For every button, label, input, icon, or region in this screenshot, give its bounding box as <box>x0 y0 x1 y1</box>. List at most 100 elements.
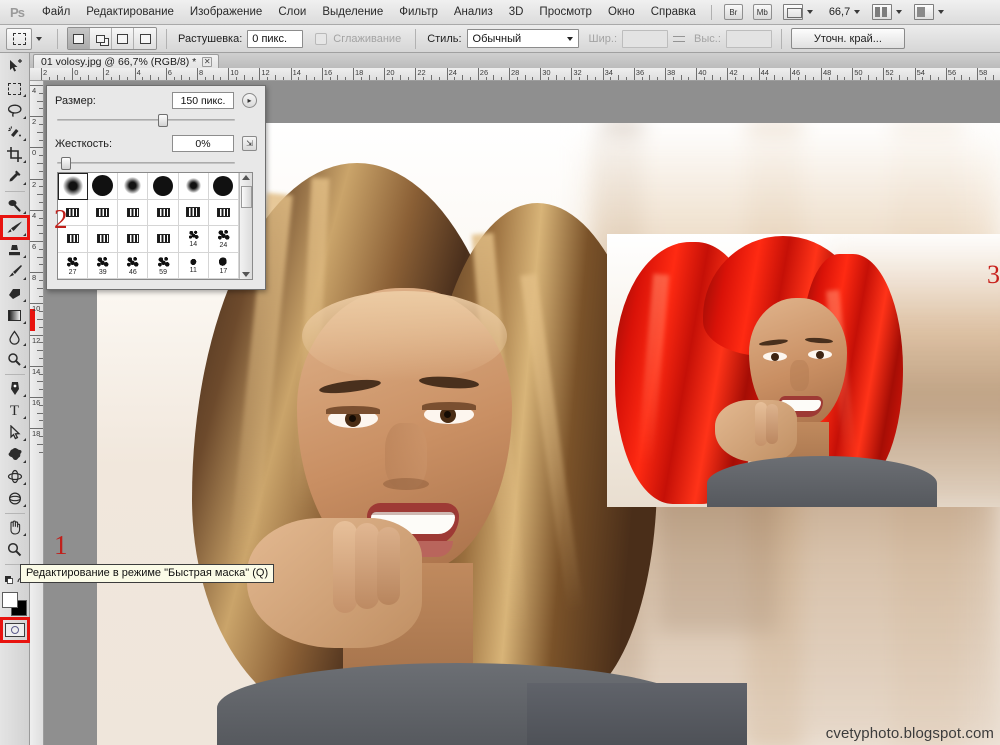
brush-preset-item[interactable] <box>208 173 239 200</box>
3d-orbit-tool[interactable] <box>2 488 28 509</box>
brush-tool[interactable] <box>0 215 30 240</box>
foreground-color-swatch[interactable] <box>1 592 18 608</box>
brush-preset-item[interactable] <box>58 173 89 200</box>
workspace-icon[interactable] <box>914 4 935 20</box>
hand-tool[interactable] <box>2 517 28 538</box>
screen-mode-icon[interactable] <box>872 4 893 20</box>
menu-item-help[interactable]: Справка <box>643 0 704 25</box>
new-selection-button[interactable] <box>68 28 90 49</box>
selection-mode-group[interactable] <box>67 27 157 50</box>
brush-grid-scrollbar[interactable] <box>239 173 252 279</box>
brush-preset-item[interactable]: 14 <box>178 226 209 253</box>
menu-item-edit[interactable]: Редактирование <box>78 0 182 25</box>
style-chevron-down-icon[interactable] <box>566 37 573 41</box>
brush-preset-item[interactable]: 39 <box>88 252 119 279</box>
quick-selection-tool[interactable] <box>2 122 28 143</box>
brush-hardness-slider[interactable] <box>57 157 235 170</box>
brush-preset-item[interactable] <box>118 226 149 253</box>
brush-preset-item[interactable] <box>88 173 119 200</box>
swap-dimensions-icon[interactable] <box>673 32 687 46</box>
move-tool[interactable] <box>2 56 28 77</box>
brush-preset-item[interactable] <box>118 199 149 226</box>
eraser-tool[interactable] <box>2 283 28 304</box>
document-tab[interactable]: 01 volosy.jpg @ 66,7% (RGB/8) * ✕ <box>33 54 220 69</box>
width-input[interactable] <box>622 29 669 48</box>
brush-preset-item[interactable] <box>88 226 119 253</box>
active-tool-preset-icon[interactable] <box>6 27 32 50</box>
menu-item-layers[interactable]: Слои <box>270 0 314 25</box>
menu-item-selection[interactable]: Выделение <box>314 0 391 25</box>
brush-preset-item[interactable] <box>148 226 179 253</box>
arrange-chevron-down-icon[interactable] <box>806 10 813 14</box>
brush-panel-menu-icon[interactable]: ▸ <box>242 93 257 108</box>
scroll-up-icon[interactable] <box>242 175 250 180</box>
blur-tool[interactable] <box>2 327 28 348</box>
height-input[interactable] <box>725 29 772 48</box>
brush-preset-item[interactable] <box>148 199 179 226</box>
menu-item-window[interactable]: Окно <box>600 0 643 25</box>
path-selection-tool[interactable] <box>2 422 28 443</box>
screen-mode-chevron-down-icon[interactable] <box>896 10 903 14</box>
brush-preset-item[interactable]: 27 <box>58 252 89 279</box>
menu-item-3d[interactable]: 3D <box>501 0 532 25</box>
brush-preset-item[interactable]: 17 <box>208 252 239 279</box>
menu-item-file[interactable]: Файл <box>34 0 78 25</box>
brush-preset-item[interactable]: 11 <box>178 252 209 279</box>
brush-preset-picker[interactable]: Размер: 150 пикс. ▸ Жесткость: 0% ⇲ 14 24… <box>46 85 266 290</box>
color-swatches[interactable] <box>1 592 28 616</box>
reset-brush-icon[interactable]: ⇲ <box>242 136 257 151</box>
clone-stamp-tool[interactable] <box>2 239 28 260</box>
lasso-tool[interactable] <box>2 100 28 121</box>
brush-preset-item[interactable] <box>178 173 209 200</box>
document-image-after[interactable]: 3 <box>607 234 1000 507</box>
brush-preset-item[interactable] <box>148 173 179 200</box>
brush-preset-item[interactable] <box>88 199 119 226</box>
brush-preset-item[interactable]: 24 <box>208 226 239 253</box>
quick-mask-button[interactable] <box>0 617 30 643</box>
type-tool[interactable]: T <box>2 400 28 421</box>
add-to-selection-button[interactable] <box>90 28 112 49</box>
brush-size-input[interactable]: 150 пикс. <box>172 92 234 109</box>
brush-preset-item[interactable] <box>118 173 149 200</box>
scrollbar-thumb[interactable] <box>240 186 252 208</box>
menu-item-filter[interactable]: Фильтр <box>391 0 446 25</box>
brush-hardness-slider-thumb[interactable] <box>60 157 71 170</box>
refine-edge-button[interactable]: Уточн. край... <box>790 28 905 49</box>
workspace-chevron-down-icon[interactable] <box>938 10 945 14</box>
feather-input[interactable]: 0 пикс. <box>247 29 304 48</box>
history-brush-tool[interactable] <box>2 261 28 282</box>
horizontal-ruler[interactable]: 2 0 2 4 6 8 10 12 14 16 18 20 22 24 26 28 30 32 34 36 38 40 42… <box>30 68 1000 81</box>
brush-size-slider-thumb[interactable] <box>157 114 168 127</box>
vertical-ruler[interactable]: 4 2 0 2 4 6 8 10 12 14 16 18 <box>30 81 44 745</box>
scroll-down-icon[interactable] <box>242 272 250 277</box>
dodge-tool[interactable] <box>2 349 28 370</box>
menu-item-analysis[interactable]: Анализ <box>446 0 501 25</box>
3d-rotate-tool[interactable] <box>2 466 28 487</box>
bridge-button[interactable]: Br <box>723 4 743 20</box>
brush-preset-item[interactable] <box>178 199 209 226</box>
spot-healing-brush-tool[interactable] <box>2 195 28 216</box>
subtract-from-selection-button[interactable] <box>112 28 134 49</box>
brush-preset-item[interactable] <box>208 199 239 226</box>
brush-preset-grid[interactable]: 14 24 27 39 46 59 11 17 <box>58 173 239 279</box>
close-icon[interactable]: ✕ <box>202 57 213 67</box>
custom-shape-tool[interactable] <box>2 444 28 465</box>
antialias-checkbox[interactable] <box>315 32 328 45</box>
zoom-tool[interactable] <box>2 539 28 560</box>
tool-preset-chevron-down-icon[interactable] <box>36 36 42 41</box>
rectangular-marquee-tool[interactable] <box>2 78 28 99</box>
menu-item-image[interactable]: Изображение <box>182 0 270 25</box>
brush-hardness-input[interactable]: 0% <box>172 135 234 152</box>
zoom-chevron-down-icon[interactable] <box>854 10 861 14</box>
eyedropper-tool[interactable] <box>2 166 28 187</box>
menu-item-view[interactable]: Просмотр <box>531 0 600 25</box>
mini-bridge-button[interactable]: Mb <box>752 4 772 20</box>
brush-preset-item[interactable]: 46 <box>118 252 149 279</box>
style-select[interactable]: Обычный <box>466 29 579 48</box>
arrange-documents-icon[interactable] <box>782 4 803 20</box>
brush-preset-item[interactable]: 59 <box>148 252 179 279</box>
intersect-selection-button[interactable] <box>134 28 156 49</box>
crop-tool[interactable] <box>2 144 28 165</box>
brush-size-slider[interactable] <box>57 114 235 127</box>
pen-tool[interactable] <box>2 378 28 399</box>
